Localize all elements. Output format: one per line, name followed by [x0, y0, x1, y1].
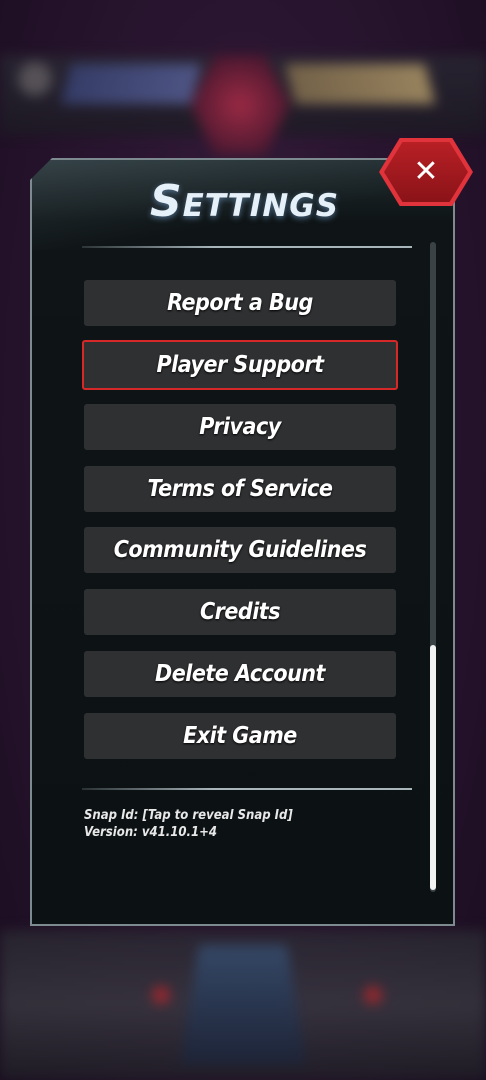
exit-game-button[interactable]: Exit Game	[84, 713, 396, 759]
background-play-button	[180, 945, 306, 1065]
community-guidelines-button[interactable]: Community Guidelines	[84, 527, 396, 573]
snap-id-reveal[interactable]: Snap Id: [Tap to reveal Snap Id]	[84, 808, 293, 823]
delete-account-button[interactable]: Delete Account	[84, 651, 396, 697]
privacy-button[interactable]: Privacy	[84, 404, 396, 450]
close-icon: ✕	[413, 154, 439, 189]
settings-panel: Settings Report a Bug Player Support Pri…	[30, 158, 455, 926]
background-opponent-banner	[284, 64, 436, 104]
background-notification-badge	[152, 986, 170, 1004]
scrollbar-thumb[interactable]	[430, 645, 436, 890]
player-support-button[interactable]: Player Support	[82, 340, 398, 390]
title-divider	[82, 246, 412, 248]
report-bug-button[interactable]: Report a Bug	[84, 280, 396, 326]
version-label: Version: v41.10.1+4	[84, 825, 218, 840]
credits-button[interactable]: Credits	[84, 589, 396, 635]
background-gear-icon	[18, 62, 52, 96]
footer-divider	[82, 788, 412, 790]
background-notification-badge	[364, 986, 382, 1004]
terms-of-service-button[interactable]: Terms of Service	[84, 466, 396, 512]
close-button-face: ✕	[384, 142, 468, 202]
background-player-banner	[60, 64, 202, 104]
